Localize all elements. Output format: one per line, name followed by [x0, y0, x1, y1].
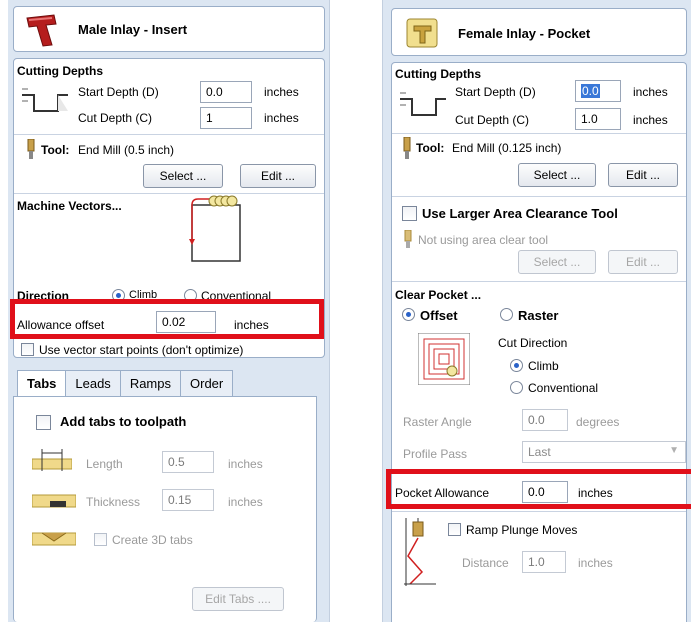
ramp-distance-label: Distance	[462, 556, 509, 570]
create-3d-tabs-label: Create 3D tabs	[112, 533, 193, 547]
tab-thickness-icon	[32, 494, 76, 508]
male-inlay-icon	[26, 14, 57, 47]
right-separator-1	[392, 133, 686, 134]
clear-pocket-heading: Clear Pocket ...	[395, 288, 482, 302]
pocket-climb-radio[interactable]	[510, 359, 523, 372]
tab-order[interactable]: Order	[180, 370, 234, 398]
add-tabs-label: Add tabs to toolpath	[60, 414, 187, 429]
raster-radio[interactable]	[500, 308, 513, 321]
left-cut-depth-icon	[22, 88, 68, 112]
female-inlay-icon	[406, 18, 438, 48]
tab-thickness-label: Thickness	[86, 495, 141, 509]
right-settings-box: Cutting Depths Start Depth (D) 0.0 inche…	[391, 62, 687, 622]
offset-pattern-icon	[418, 333, 470, 385]
tab-thickness-input[interactable]: 0.15	[162, 489, 214, 511]
machine-vectors-heading: Machine Vectors...	[17, 199, 122, 213]
left-cut-depth-unit: inches	[264, 111, 299, 125]
create-3d-tabs-checkbox[interactable]	[94, 533, 107, 546]
tab-3d-icon	[32, 532, 76, 546]
pocket-allowance-highlight	[386, 469, 691, 509]
toolpath-tabs: Tabs Leads Ramps Order	[17, 370, 234, 398]
female-inlay-panel: Female Inlay - Pocket Cutting Depths Sta…	[382, 0, 691, 622]
female-inlay-title: Female Inlay - Pocket	[458, 26, 591, 41]
ramp-plunge-icon	[404, 518, 436, 586]
pocket-conventional-label: Conventional	[528, 381, 599, 395]
right-tool-select-button[interactable]: Select ...	[518, 163, 596, 187]
right-tool-icon	[403, 137, 411, 159]
tab-length-input[interactable]: 0.5	[162, 451, 214, 473]
tab-length-icon	[32, 449, 72, 471]
profile-pass-value: Last	[528, 445, 551, 459]
tab-length-label: Length	[86, 457, 123, 471]
right-cut-depth-label: Cut Depth (C)	[455, 113, 530, 127]
ramp-plunge-checkbox[interactable]	[448, 523, 461, 536]
area-clear-tool-icon	[404, 230, 412, 248]
left-tool-value: End Mill (0.5 inch)	[78, 143, 175, 157]
pocket-conventional-radio[interactable]	[510, 381, 523, 394]
add-tabs-checkbox[interactable]	[36, 415, 51, 430]
raster-angle-unit: degrees	[576, 415, 620, 429]
right-start-depth-value: 0.0	[581, 84, 600, 98]
profile-pass-label: Profile Pass	[403, 447, 468, 461]
right-separator-2	[392, 196, 686, 197]
left-tool-edit-button[interactable]: Edit ...	[240, 164, 316, 188]
male-inlay-panel: Male Inlay - Insert Cutting Depths Start…	[8, 0, 330, 622]
tab-thickness-unit: inches	[228, 495, 263, 509]
chevron-down-icon: ▼	[669, 445, 679, 456]
machine-vectors-diagram	[189, 195, 241, 262]
left-cut-depth-label: Cut Depth (C)	[78, 111, 153, 125]
tab-length-unit: inches	[228, 457, 263, 471]
right-start-depth-label: Start Depth (D)	[455, 85, 536, 99]
left-cut-depth-input[interactable]: 1	[200, 107, 252, 129]
right-cutting-depths-heading: Cutting Depths	[395, 67, 481, 81]
tab-leads[interactable]: Leads	[65, 370, 121, 398]
left-separator-2	[14, 193, 324, 194]
right-separator-4	[392, 511, 686, 512]
allowance-highlight	[10, 299, 324, 339]
use-vector-start-label: Use vector start points (don't optimize)	[39, 343, 244, 357]
use-vector-start-checkbox[interactable]	[21, 343, 34, 356]
right-tool-value: End Mill (0.125 inch)	[452, 141, 562, 155]
right-tool-label: Tool:	[416, 141, 445, 155]
tabs-panel: Add tabs to toolpath Length 0.5 inches T…	[13, 396, 317, 622]
left-start-depth-unit: inches	[264, 85, 299, 99]
tab-ramps[interactable]: Ramps	[119, 370, 181, 398]
left-start-depth-input[interactable]: 0.0	[200, 81, 252, 103]
offset-radio[interactable]	[402, 308, 415, 321]
right-start-depth-unit: inches	[633, 85, 668, 99]
raster-label: Raster	[518, 308, 559, 323]
right-cut-depth-icon	[400, 92, 446, 116]
right-cut-depth-unit: inches	[633, 113, 668, 127]
ramp-distance-input[interactable]: 1.0	[522, 551, 566, 573]
male-inlay-header: Male Inlay - Insert	[13, 6, 325, 52]
profile-pass-select[interactable]: Last ▼	[522, 441, 686, 463]
right-tool-edit-button[interactable]: Edit ...	[608, 163, 678, 187]
left-separator-1	[14, 134, 324, 135]
raster-angle-label: Raster Angle	[403, 415, 472, 429]
pocket-climb-label: Climb	[528, 359, 559, 373]
ramp-distance-unit: inches	[578, 556, 613, 570]
left-tool-select-button[interactable]: Select ...	[143, 164, 223, 188]
area-clear-select-button[interactable]: Select ...	[518, 250, 596, 274]
left-cutting-depths-heading: Cutting Depths	[17, 64, 103, 78]
right-separator-3	[392, 281, 686, 282]
area-clear-edit-button[interactable]: Edit ...	[608, 250, 678, 274]
left-tool-label: Tool:	[41, 143, 70, 157]
not-using-area-clear-label: Not using area clear tool	[418, 233, 549, 247]
larger-area-checkbox[interactable]	[402, 206, 417, 221]
larger-area-label: Use Larger Area Clearance Tool	[422, 206, 618, 221]
right-start-depth-input[interactable]: 0.0	[575, 80, 621, 102]
cut-direction-label: Cut Direction	[498, 336, 568, 350]
edit-tabs-button[interactable]: Edit Tabs ....	[192, 587, 284, 611]
left-start-depth-label: Start Depth (D)	[78, 85, 159, 99]
ramp-plunge-label: Ramp Plunge Moves	[466, 523, 578, 537]
tab-tabs[interactable]: Tabs	[17, 370, 67, 398]
left-tool-icon	[27, 139, 35, 159]
male-inlay-title: Male Inlay - Insert	[78, 22, 188, 37]
female-inlay-header: Female Inlay - Pocket	[391, 8, 687, 56]
raster-angle-input[interactable]: 0.0	[522, 409, 568, 431]
offset-label: Offset	[420, 308, 458, 323]
right-cut-depth-input[interactable]: 1.0	[575, 108, 621, 130]
